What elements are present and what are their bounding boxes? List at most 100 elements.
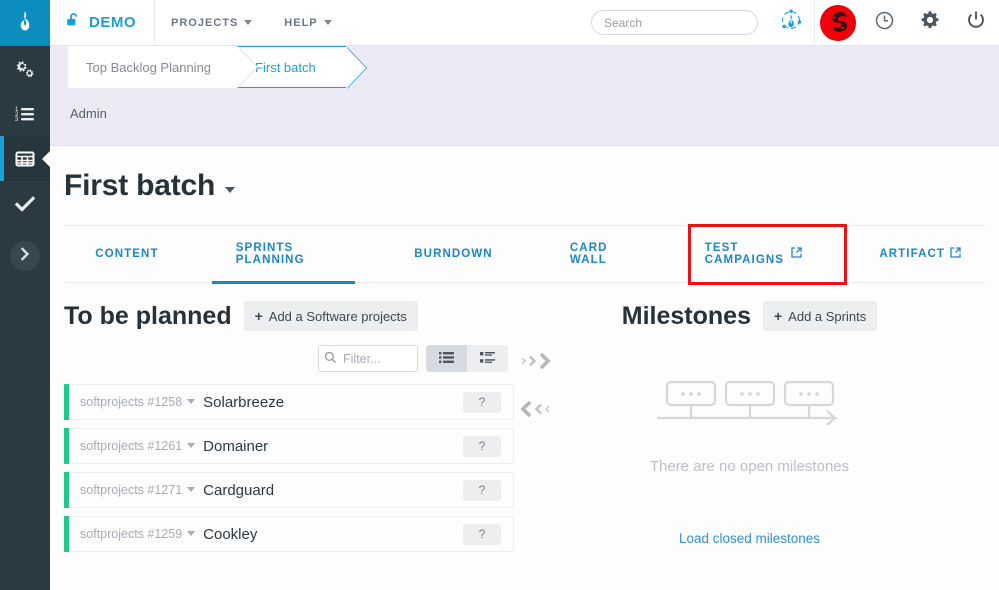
detailed-view-button[interactable] [467, 345, 508, 372]
filter-container [318, 345, 418, 372]
planning-panels: To be planned + Add a Software projects [50, 283, 999, 560]
nav-links: PROJECTS HELP [155, 0, 348, 46]
add-software-projects-button[interactable]: + Add a Software projects [243, 301, 418, 331]
tuleap-network-icon-button[interactable] [768, 0, 814, 46]
milestones-empty-state: There are no open milestones [514, 379, 985, 475]
grid-table-icon [14, 149, 36, 169]
nav-link-projects[interactable]: PROJECTS [155, 0, 268, 46]
breadcrumb: Top Backlog Planning First batch [50, 46, 999, 89]
breadcrumb-label: First batch [255, 59, 316, 75]
sidebar: 123 [0, 0, 51, 590]
backlog-item[interactable]: softprojects #1261 Domainer ? [64, 428, 514, 464]
backlog-item-title: Solarbreeze [203, 393, 285, 411]
search-icon [324, 351, 337, 369]
project-name: DEMO [89, 14, 136, 31]
app-root: 123 DEMO PROJECTS HELP Search Top Backlo… [0, 0, 999, 590]
tab-content[interactable]: CONTENT [71, 225, 182, 283]
page-title-row: First batch [50, 147, 999, 203]
backlog-list: softprojects #1258 Solarbreeze ? softpro… [64, 384, 514, 552]
tab-artifact[interactable]: ARTIFACT [855, 225, 985, 283]
list-view-button[interactable] [426, 345, 467, 372]
chevrons-left-icon [518, 400, 560, 425]
breadcrumb-item-top-backlog[interactable]: Top Backlog Planning [68, 46, 259, 88]
tab-label: CARD WALL [569, 242, 608, 266]
add-button-label: Add a Sprints [788, 308, 867, 324]
sidebar-items: 123 [0, 46, 51, 226]
caret-down-icon[interactable] [187, 443, 196, 448]
tab-burndown[interactable]: BURNDOWN [390, 225, 516, 283]
sidebar-item-tests[interactable] [0, 181, 50, 226]
backlog-item[interactable]: softprojects #1258 Solarbreeze ? [64, 384, 514, 420]
move-arrows [518, 349, 560, 425]
sidebar-item-agile-dashboard[interactable] [0, 136, 51, 181]
gear-icon-button[interactable] [907, 0, 953, 46]
backlog-item-title: Domainer [203, 437, 269, 455]
main-content: First batch CONTENT SPRINTS PLANNING BUR… [50, 147, 999, 590]
plus-icon: + [254, 308, 263, 324]
power-icon-button[interactable] [953, 0, 999, 46]
chevron-down-icon [244, 20, 253, 25]
milestone-timeline-illustration-icon [655, 379, 845, 436]
svg-text:3: 3 [15, 117, 19, 123]
nav-link-help[interactable]: HELP [268, 0, 347, 46]
caret-down-icon[interactable] [225, 187, 236, 193]
backlog-item[interactable]: softprojects #1259 Cookley ? [64, 516, 514, 552]
move-right-button[interactable] [518, 349, 560, 377]
external-link-icon [791, 247, 802, 261]
backlog-item-id: softprojects #1258 [80, 395, 183, 409]
clock-icon-button[interactable] [861, 0, 907, 46]
sidebar-item-backlog[interactable]: 123 [0, 91, 50, 136]
tab-sprints-planning[interactable]: SPRINTS PLANNING [211, 225, 356, 284]
milestones-panel-header: Milestones + Add a Sprints [514, 301, 985, 331]
tab-test-campaigns[interactable]: TEST CAMPAIGNS [681, 225, 826, 283]
user-avatar-button[interactable] [815, 0, 861, 46]
external-link-icon [950, 247, 961, 261]
caret-down-icon[interactable] [187, 487, 196, 492]
milestones-panel-title: Milestones [621, 301, 751, 330]
top-navbar: DEMO PROJECTS HELP [50, 0, 999, 46]
brand-logo[interactable] [0, 0, 50, 46]
tuleap-network-icon [779, 8, 803, 37]
tab-label: BURNDOWN [414, 248, 493, 260]
chevron-right-icon [19, 246, 31, 266]
tab-bar: CONTENT SPRINTS PLANNING BURNDOWN CARD W… [64, 224, 985, 285]
breadcrumb-chevron-fill [237, 46, 258, 88]
unlock-icon [66, 12, 81, 33]
nav-link-label: HELP [284, 16, 318, 29]
milestones-empty-text: There are no open milestones [649, 458, 850, 475]
backlog-item-badge: ? [463, 391, 501, 413]
backlog-toolbar [64, 345, 514, 372]
breadcrumb-chevron-fill [345, 47, 366, 89]
numbered-list-icon: 123 [14, 104, 36, 124]
sidebar-item-admin[interactable] [0, 46, 50, 91]
milestones-panel: Milestones + Add a Sprints There are no … [514, 283, 985, 560]
nav-link-label: PROJECTS [171, 16, 239, 29]
power-icon [966, 10, 986, 35]
backlog-item-id: softprojects #1271 [80, 483, 183, 497]
backlog-item-title: Cookley [203, 525, 258, 543]
backlog-item[interactable]: softprojects #1271 Cardguard ? [64, 472, 514, 508]
list-detail-icon [480, 351, 495, 367]
backlog-item-badge: ? [463, 479, 501, 501]
plus-icon: + [773, 308, 783, 324]
caret-down-icon[interactable] [187, 531, 196, 536]
backlog-item-id: softprojects #1259 [80, 527, 183, 541]
sidebar-expand-button[interactable] [0, 226, 50, 286]
breadcrumb-label: Top Backlog Planning [86, 59, 212, 75]
backlog-panel-title: To be planned [64, 301, 232, 330]
search-input[interactable] [591, 10, 758, 35]
backlog-panel-header: To be planned + Add a Software projects [64, 301, 514, 331]
backlog-item-id: softprojects #1261 [80, 439, 183, 453]
backlog-panel: To be planned + Add a Software projects [64, 283, 514, 560]
gear-icon [920, 10, 940, 35]
gears-icon [14, 59, 36, 79]
load-closed-milestones-link[interactable]: Load closed milestones [514, 531, 985, 546]
add-sprints-button[interactable]: + Add a Sprints [762, 301, 878, 331]
move-left-button[interactable] [518, 397, 560, 425]
tab-label: ARTIFACT [879, 248, 945, 260]
tab-card-wall[interactable]: CARD WALL [546, 225, 652, 283]
project-switcher[interactable]: DEMO [50, 0, 155, 46]
check-icon [14, 194, 36, 214]
caret-down-icon[interactable] [187, 399, 196, 404]
tab-label: CONTENT [95, 248, 159, 260]
